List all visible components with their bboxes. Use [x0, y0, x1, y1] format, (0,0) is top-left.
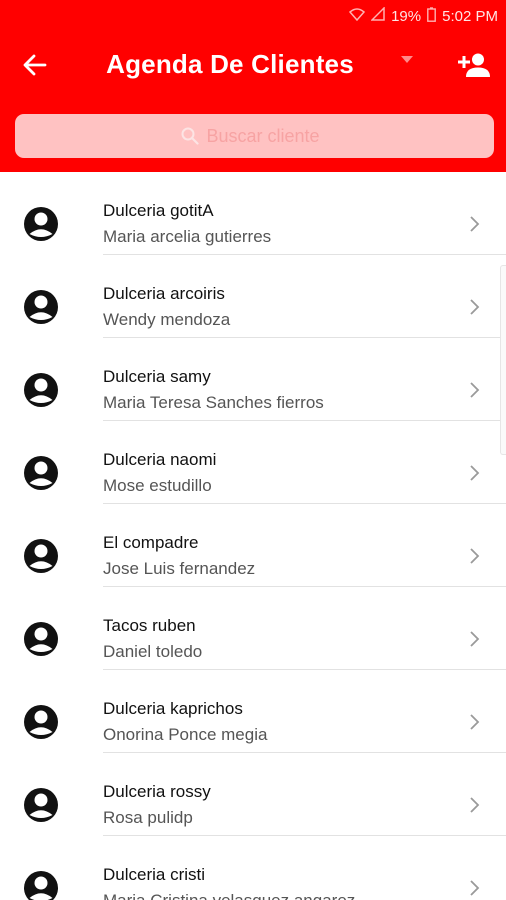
account-circle-icon — [24, 456, 58, 490]
client-business-name: Dulceria gotitA — [103, 201, 214, 220]
client-contact-name: Daniel toledo — [103, 642, 203, 661]
client-contact-name: Jose Luis fernandez — [103, 559, 256, 578]
client-row[interactable]: Dulceria naomi Mose estudillo — [0, 421, 506, 504]
search-input[interactable] — [206, 125, 329, 147]
client-row[interactable]: Dulceria samy Maria Teresa Sanches fierr… — [0, 338, 506, 421]
client-business-name: Dulceria samy — [103, 367, 211, 386]
client-contact-name: Rosa pulidp — [103, 808, 193, 827]
client-row[interactable]: Tacos ruben Daniel toledo — [0, 587, 506, 670]
signal-icon — [370, 6, 385, 25]
search-icon — [181, 127, 199, 145]
account-circle-icon — [24, 207, 58, 241]
app-header: 19% 5:02 PM Agenda De Clientes — [0, 0, 506, 172]
client-row[interactable]: El compadre Jose Luis fernandez — [0, 504, 506, 587]
clock: 5:02 PM — [442, 7, 498, 25]
client-contact-name: Maria arcelia gutierres — [103, 227, 272, 246]
client-list: Dulceria gotitA Maria arcelia gutierres … — [0, 172, 506, 900]
account-circle-icon — [24, 871, 58, 900]
chevron-right-icon — [470, 382, 480, 398]
account-circle-icon — [24, 705, 58, 739]
client-row[interactable]: Dulceria kaprichos Onorina Ponce megia — [0, 670, 506, 753]
client-contact-name: Mose estudillo — [103, 476, 212, 495]
account-circle-icon — [24, 290, 58, 324]
client-contact-name: Wendy mendoza — [103, 310, 231, 329]
account-circle-icon — [24, 539, 58, 573]
chevron-down-icon[interactable] — [401, 56, 413, 63]
scrollbar[interactable] — [500, 265, 506, 455]
client-row[interactable]: Dulceria cristi Maria Cristina velasquez… — [0, 836, 506, 900]
chevron-right-icon — [470, 465, 480, 481]
wifi-icon — [349, 7, 366, 25]
client-business-name: Dulceria kaprichos — [103, 699, 243, 718]
battery-icon — [427, 6, 437, 26]
status-bar: 19% 5:02 PM — [0, 0, 506, 32]
chevron-right-icon — [470, 880, 480, 896]
chevron-right-icon — [470, 797, 480, 813]
client-contact-name: Maria Cristina velasquez angarez — [103, 891, 355, 900]
account-circle-icon — [24, 622, 58, 656]
person-add-icon — [458, 53, 490, 77]
account-circle-icon — [24, 788, 58, 822]
client-row[interactable]: Dulceria gotitA Maria arcelia gutierres — [0, 172, 506, 255]
client-contact-name: Maria Teresa Sanches fierros — [103, 393, 324, 412]
chevron-right-icon — [470, 714, 480, 730]
client-business-name: Tacos ruben — [103, 616, 196, 635]
account-circle-icon — [24, 373, 58, 407]
client-row[interactable]: Dulceria rossy Rosa pulidp — [0, 753, 506, 836]
toolbar: Agenda De Clientes — [0, 32, 506, 98]
client-contact-name: Onorina Ponce megia — [103, 725, 268, 744]
search-bar[interactable] — [15, 114, 494, 158]
client-business-name: Dulceria arcoiris — [103, 284, 225, 303]
chevron-right-icon — [470, 216, 480, 232]
client-business-name: Dulceria rossy — [103, 782, 211, 801]
client-business-name: El compadre — [103, 533, 199, 552]
battery-percent: 19% — [391, 7, 422, 25]
add-client-button[interactable] — [456, 50, 492, 80]
client-business-name: Dulceria naomi — [103, 450, 217, 469]
client-row[interactable]: Dulceria arcoiris Wendy mendoza — [0, 255, 506, 338]
page-title: Agenda De Clientes — [106, 49, 354, 79]
chevron-right-icon — [470, 299, 480, 315]
chevron-right-icon — [470, 631, 480, 647]
chevron-right-icon — [470, 548, 480, 564]
client-business-name: Dulceria cristi — [103, 865, 206, 884]
